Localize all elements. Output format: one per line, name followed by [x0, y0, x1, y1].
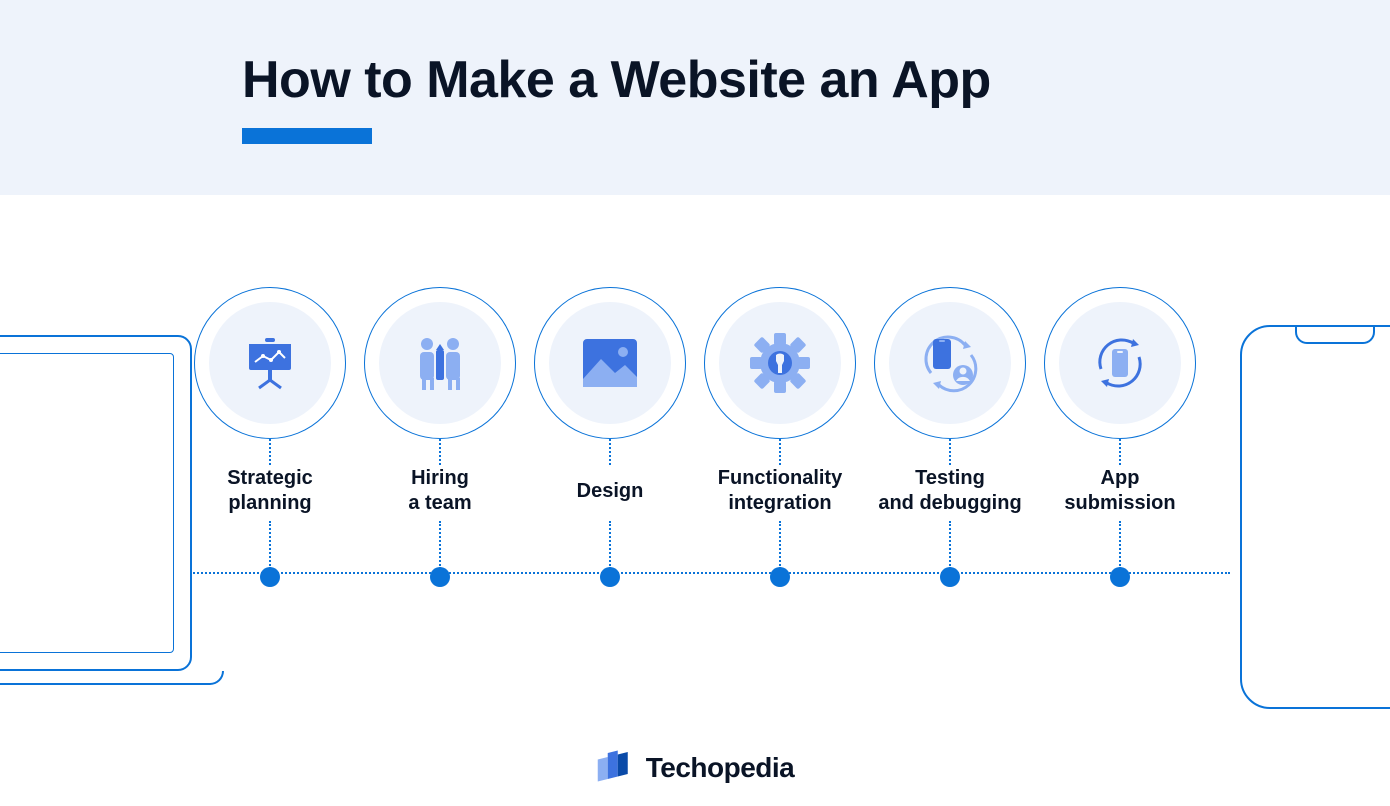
diagram-content: Strategic planning: [0, 195, 1390, 806]
page-title: How to Make a Website an App: [242, 50, 1390, 110]
step-circle: [534, 287, 686, 439]
step-label: Design: [534, 465, 686, 517]
step-circle: [1044, 287, 1196, 439]
device-user-cycle-icon: [917, 333, 983, 393]
gear-wrench-icon: [749, 332, 811, 394]
step-label: Functionality integration: [704, 465, 856, 517]
step-circle: [874, 287, 1026, 439]
step-testing-debugging: Testing and debugging: [874, 287, 1026, 587]
brand-footer: Techopedia: [596, 750, 795, 786]
timeline-node: [430, 567, 450, 587]
step-design: Design: [534, 287, 686, 587]
header: How to Make a Website an App: [0, 0, 1390, 195]
timeline-node: [940, 567, 960, 587]
step-strategic-planning: Strategic planning: [194, 287, 346, 587]
title-underline: [242, 128, 372, 144]
step-circle: [194, 287, 346, 439]
steps-row: Strategic planning: [0, 287, 1390, 587]
step-label: Testing and debugging: [874, 465, 1026, 517]
step-functionality-integration: Functionality integration: [704, 287, 856, 587]
timeline-node: [1110, 567, 1130, 587]
step-label: Strategic planning: [194, 465, 346, 517]
step-label: App submission: [1044, 465, 1196, 517]
techopedia-logo-icon: [596, 750, 636, 786]
step-label: Hiring a team: [364, 465, 516, 517]
timeline-node: [770, 567, 790, 587]
step-hiring-team: Hiring a team: [364, 287, 516, 587]
team-icon: [409, 334, 471, 392]
step-circle: [364, 287, 516, 439]
timeline-line: [190, 572, 1230, 574]
timeline-node: [260, 567, 280, 587]
presentation-chart-icon: [241, 334, 299, 392]
device-refresh-icon: [1089, 333, 1151, 393]
step-circle: [704, 287, 856, 439]
timeline-node: [600, 567, 620, 587]
image-icon: [581, 337, 639, 389]
brand-name: Techopedia: [646, 752, 795, 784]
step-app-submission: App submission: [1044, 287, 1196, 587]
